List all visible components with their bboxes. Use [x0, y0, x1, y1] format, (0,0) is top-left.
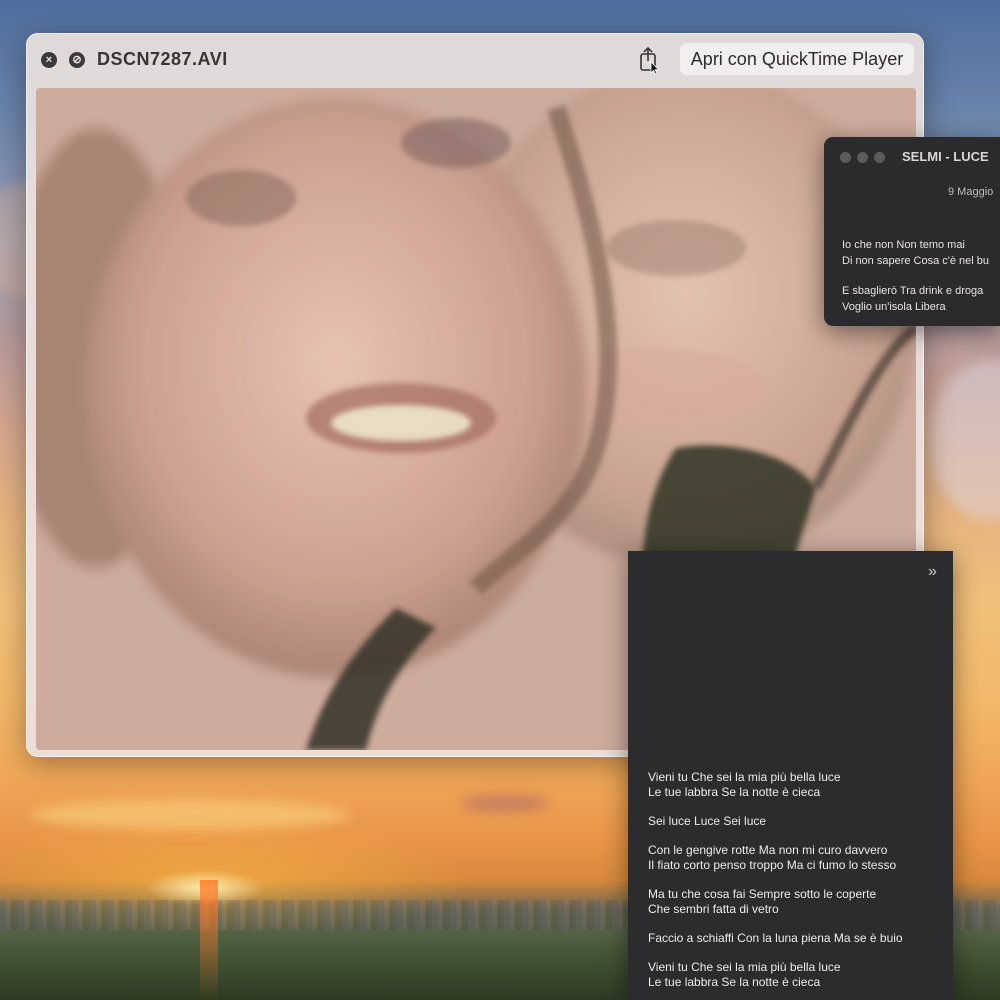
- notes-window-top[interactable]: SELMI - LUCE 9 Maggio Io che non Non tem…: [824, 137, 1000, 326]
- file-title: DSCN7287.AVI: [97, 49, 228, 69]
- open-with-quicktime-button[interactable]: Apri con QuickTime Player: [679, 42, 915, 76]
- note-body[interactable]: Io che non Non temo mai Di non sapere Co…: [842, 237, 1000, 326]
- traffic-light-minimize[interactable]: [857, 152, 868, 163]
- note-title: SELMI - LUCE: [902, 149, 989, 164]
- note-line: Le tue labbra Se la notte è cieca: [648, 785, 821, 799]
- note-paragraph: Sei luce Luce Sei luce: [648, 814, 948, 829]
- wallpaper-sun-reflection: [200, 880, 218, 1000]
- share-icon[interactable]: [638, 46, 660, 74]
- note-paragraph: Ma tu che cosa fai Sempre sotto le coper…: [648, 887, 948, 917]
- traffic-light-zoom[interactable]: [874, 152, 885, 163]
- traffic-light-close[interactable]: [840, 152, 851, 163]
- note-paragraph: Io che non Non temo mai Di non sapere Co…: [842, 237, 1000, 269]
- wallpaper-cloud: [460, 795, 550, 811]
- quicklook-titlebar: × ⊘ DSCN7287.AVI Apri con QuickTime Play…: [26, 33, 924, 85]
- wallpaper-cloud: [30, 800, 350, 830]
- note-date: 9 Maggio: [948, 186, 994, 198]
- note-paragraph: Vieni tu Che sei la mia più bella luce L…: [648, 960, 948, 990]
- note-line: Vieni tu Che sei la mia più bella luce: [648, 770, 841, 784]
- notes-window-bottom[interactable]: » Vieni tu Che sei la mia più bella luce…: [628, 551, 953, 1000]
- note-paragraph: Vieni tu Che sei la mia più bella luce L…: [648, 770, 948, 800]
- note-line: Di non sapere Cosa c'è nel bu: [842, 255, 990, 267]
- note-paragraph: Faccio a schiaffi Con la luna piena Ma s…: [648, 931, 948, 946]
- note-line: Ma tu che cosa fai Sempre sotto le coper…: [648, 887, 877, 901]
- note-line: E sbaglierò Tra drink e droga: [842, 285, 984, 297]
- note-paragraph: E sbaglierò Tra drink e droga Voglio un'…: [842, 283, 1000, 315]
- note-line: Io che non Non temo mai: [842, 239, 965, 251]
- note-line: Con le gengive rotte Ma non mi curo davv…: [648, 843, 888, 857]
- block-icon[interactable]: ⊘: [69, 52, 85, 68]
- note-line: Le tue labbra Se la notte è cieca: [648, 975, 821, 989]
- note-paragraph: Con le gengive rotte Ma non mi curo davv…: [648, 843, 948, 873]
- close-icon[interactable]: ×: [41, 52, 57, 68]
- chevron-double-right-icon[interactable]: »: [928, 563, 937, 581]
- note-line: Faccio a schiaffi Con la luna piena Ma s…: [648, 931, 903, 945]
- note-line: Voglio un'isola Libera: [842, 301, 946, 313]
- note-line: Vieni tu Che sei la mia più bella luce: [648, 960, 841, 974]
- note-line: Sei luce Luce Sei luce: [648, 814, 767, 828]
- note-body[interactable]: Vieni tu Che sei la mia più bella luce L…: [648, 770, 948, 1000]
- note-line: Il fiato corto penso troppo Ma ci fumo l…: [648, 858, 897, 872]
- note-line: Che sembri fatta di vetro: [648, 902, 779, 916]
